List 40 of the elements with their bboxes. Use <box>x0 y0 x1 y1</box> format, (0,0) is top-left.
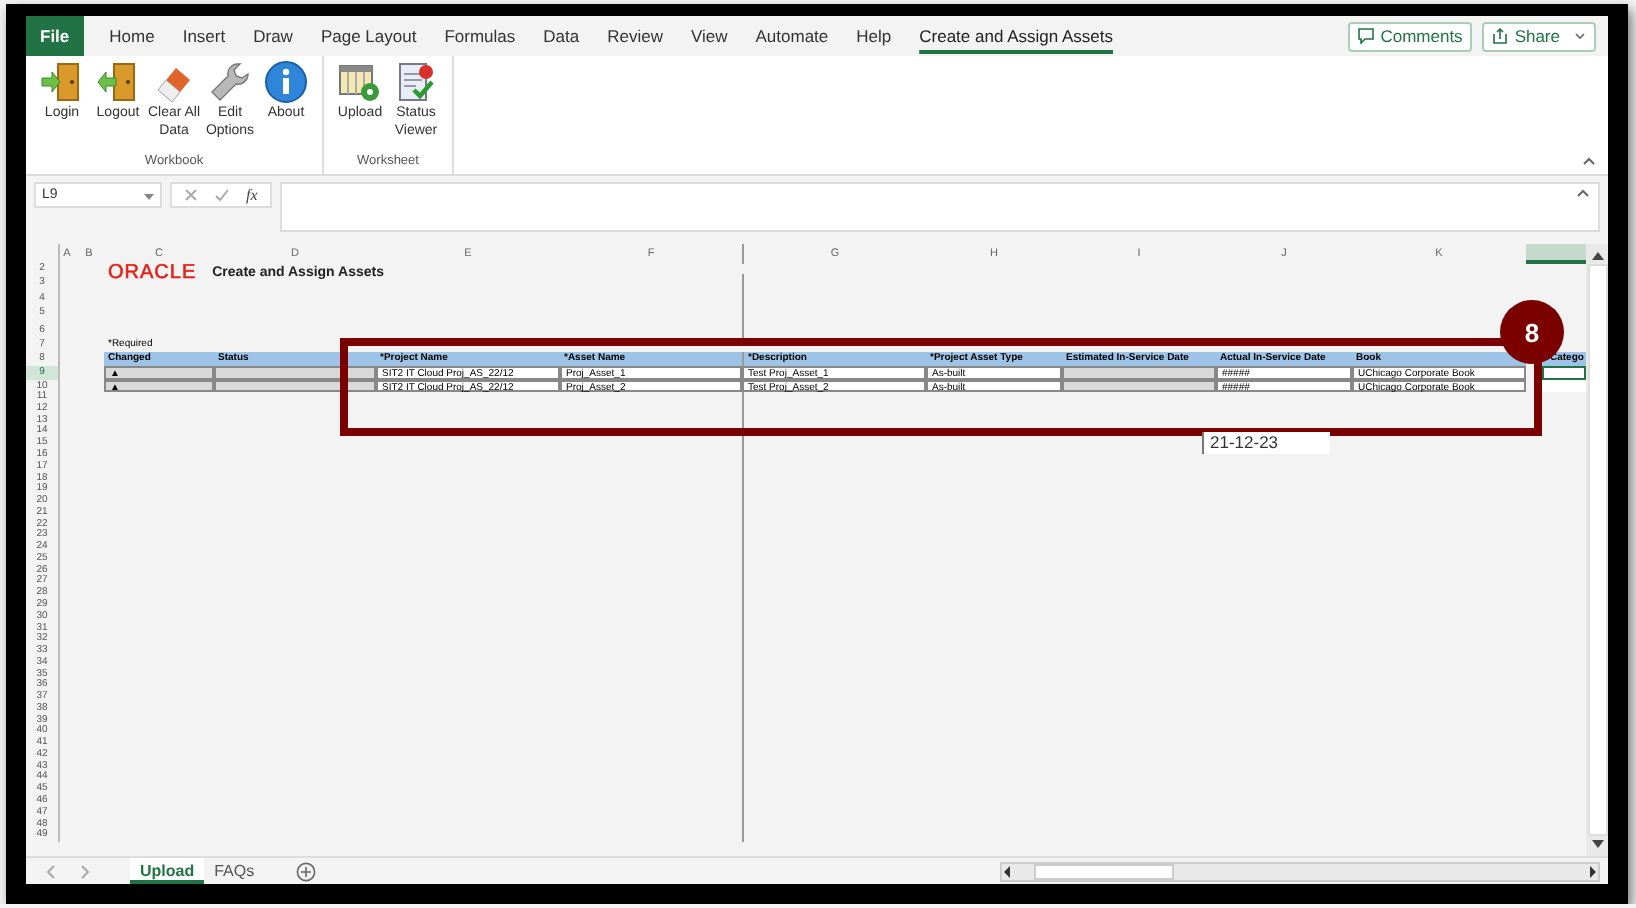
ribbon-tab[interactable]: Draw <box>239 16 307 56</box>
ribbon-tab[interactable]: Page Layout <box>306 16 431 56</box>
document-check-icon <box>394 60 438 104</box>
ribbon-tab[interactable]: Automate <box>741 16 843 56</box>
sheet-tab[interactable]: Upload <box>130 858 205 884</box>
add-sheet-icon[interactable] <box>296 861 317 881</box>
ribbon-tab[interactable]: Data <box>529 16 594 56</box>
down-arrow-icon[interactable] <box>1591 840 1603 848</box>
column-header[interactable] <box>1526 244 1586 264</box>
check-icon[interactable] <box>214 188 230 202</box>
share-icon <box>1492 28 1509 44</box>
wrench-icon <box>208 60 252 104</box>
ribbon-tab[interactable]: Help <box>842 16 906 56</box>
ribbon-tab[interactable]: Create and Assign Assets <box>905 16 1127 56</box>
door-arrow-icon <box>96 60 140 104</box>
comment-icon <box>1358 28 1375 44</box>
share-button[interactable]: Share <box>1482 21 1596 51</box>
file-menu[interactable]: File <box>26 16 84 56</box>
sheet-tab[interactable]: FAQs <box>204 858 265 884</box>
ribbon-tab[interactable]: Insert <box>168 16 240 56</box>
caret-icon <box>1574 30 1586 42</box>
formula-input[interactable] <box>279 182 1600 232</box>
ribbon-tab[interactable]: Formulas <box>430 16 530 56</box>
ribbon-tab[interactable]: View <box>676 16 742 56</box>
comments-button[interactable]: Comments <box>1348 21 1473 51</box>
insert-function-button[interactable]: fx <box>246 186 258 204</box>
up-arrow-icon[interactable] <box>1591 252 1603 260</box>
ribbon-tab[interactable]: Home <box>95 16 169 56</box>
horizontal-scrollbar[interactable] <box>1000 861 1600 881</box>
collapse-icon[interactable] <box>1576 188 1590 198</box>
table-cell[interactable] <box>1542 366 1586 380</box>
oracle-logo: ORACLE <box>108 263 197 283</box>
date-tooltip: 21-12-23 <box>1202 432 1330 454</box>
caret-icon <box>144 191 154 199</box>
vertical-scrollbar[interactable] <box>1586 244 1608 856</box>
right-arrow-icon[interactable] <box>1586 865 1598 877</box>
left-arrow-icon[interactable] <box>1002 865 1014 877</box>
ribbon-tab[interactable]: Review <box>593 16 677 56</box>
door-arrow-icon <box>40 60 84 104</box>
collapse-icon[interactable] <box>1582 156 1596 166</box>
